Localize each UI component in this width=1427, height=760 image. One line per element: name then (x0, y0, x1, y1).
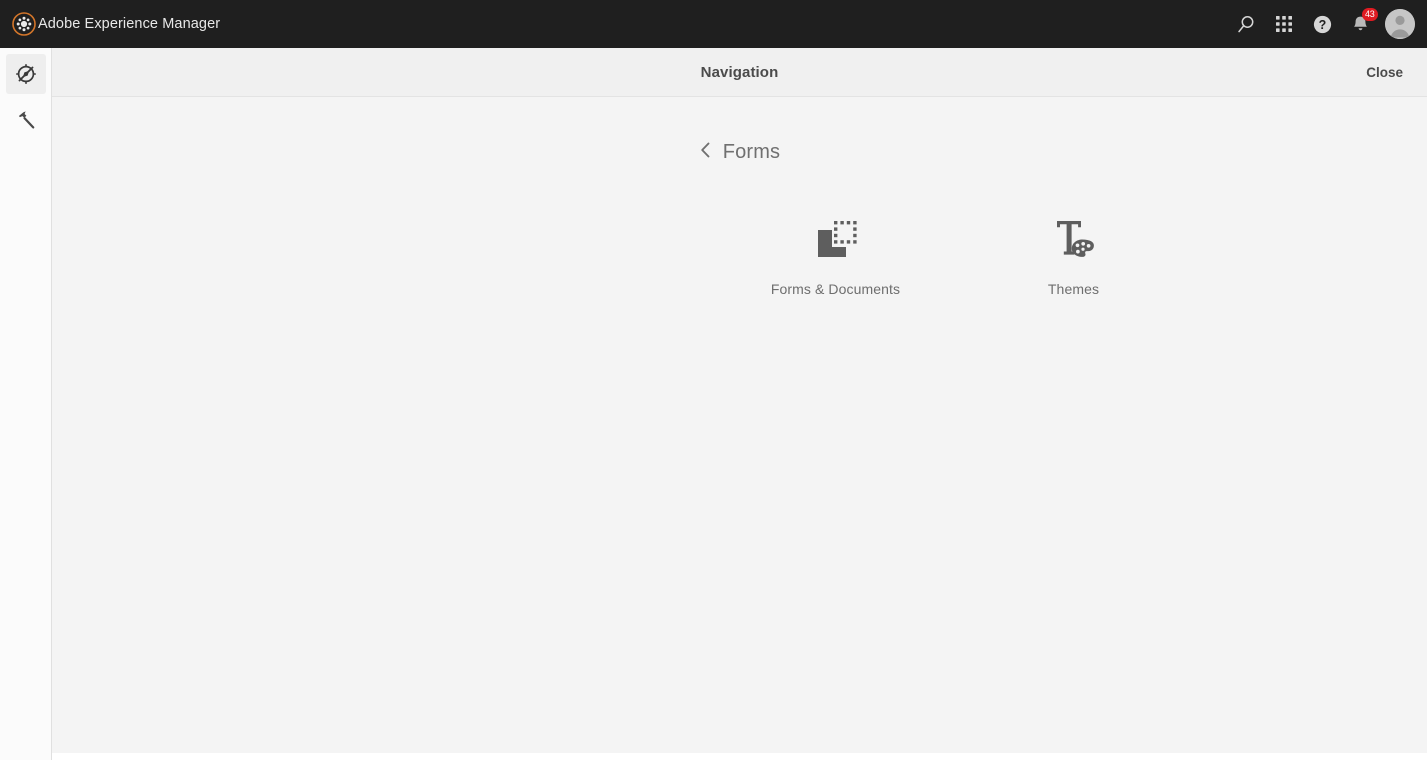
footer-strip (52, 753, 1427, 760)
navigation-panel-header: Navigation Close (52, 48, 1427, 97)
notifications-button[interactable]: 43 (1341, 0, 1379, 48)
search-button[interactable] (1227, 0, 1265, 48)
page-title: Navigation (700, 63, 779, 81)
top-navigation-bar: Adobe Experience Manager ? 43 (0, 0, 1427, 48)
sidebar-item-navigation[interactable] (5, 54, 46, 94)
breadcrumb-back-forms[interactable]: Forms (52, 140, 1427, 165)
breadcrumb-label: Forms (722, 141, 781, 163)
brand-home-link[interactable]: Adobe Experience Manager (0, 0, 220, 48)
navigation-compass-icon (15, 63, 37, 85)
tools-hammer-icon (15, 109, 37, 131)
adobe-experience-manager-logo-icon (11, 11, 37, 37)
forms-and-documents-icon (810, 211, 862, 267)
navigation-panel-content: Forms Forms & Documents Themes (52, 97, 1427, 753)
sidebar-item-tools[interactable] (6, 100, 46, 140)
notifications-badge: 43 (1362, 8, 1378, 21)
brand-title: Adobe Experience Manager (38, 16, 221, 32)
help-button[interactable]: ? (1303, 0, 1341, 48)
chevron-left-icon (699, 140, 712, 165)
tile-label: Forms & Documents (770, 281, 901, 297)
close-button[interactable]: Close (1366, 65, 1403, 80)
search-icon (1236, 14, 1257, 35)
tile-themes[interactable]: Themes (955, 203, 1193, 297)
tile-forms-and-documents[interactable]: Forms & Documents (717, 203, 955, 297)
user-avatar[interactable] (1379, 9, 1415, 39)
solutions-grid-icon (1274, 14, 1294, 34)
tile-label: Themes (1047, 281, 1100, 297)
svg-text:?: ? (1318, 18, 1326, 32)
left-rail (0, 48, 52, 760)
solutions-grid-button[interactable] (1265, 0, 1303, 48)
help-icon: ? (1312, 14, 1333, 35)
themes-palette-icon (1048, 211, 1100, 267)
navigation-tile-grid: Forms & Documents Themes (52, 203, 1427, 297)
topbar-actions: ? 43 (1227, 0, 1427, 48)
